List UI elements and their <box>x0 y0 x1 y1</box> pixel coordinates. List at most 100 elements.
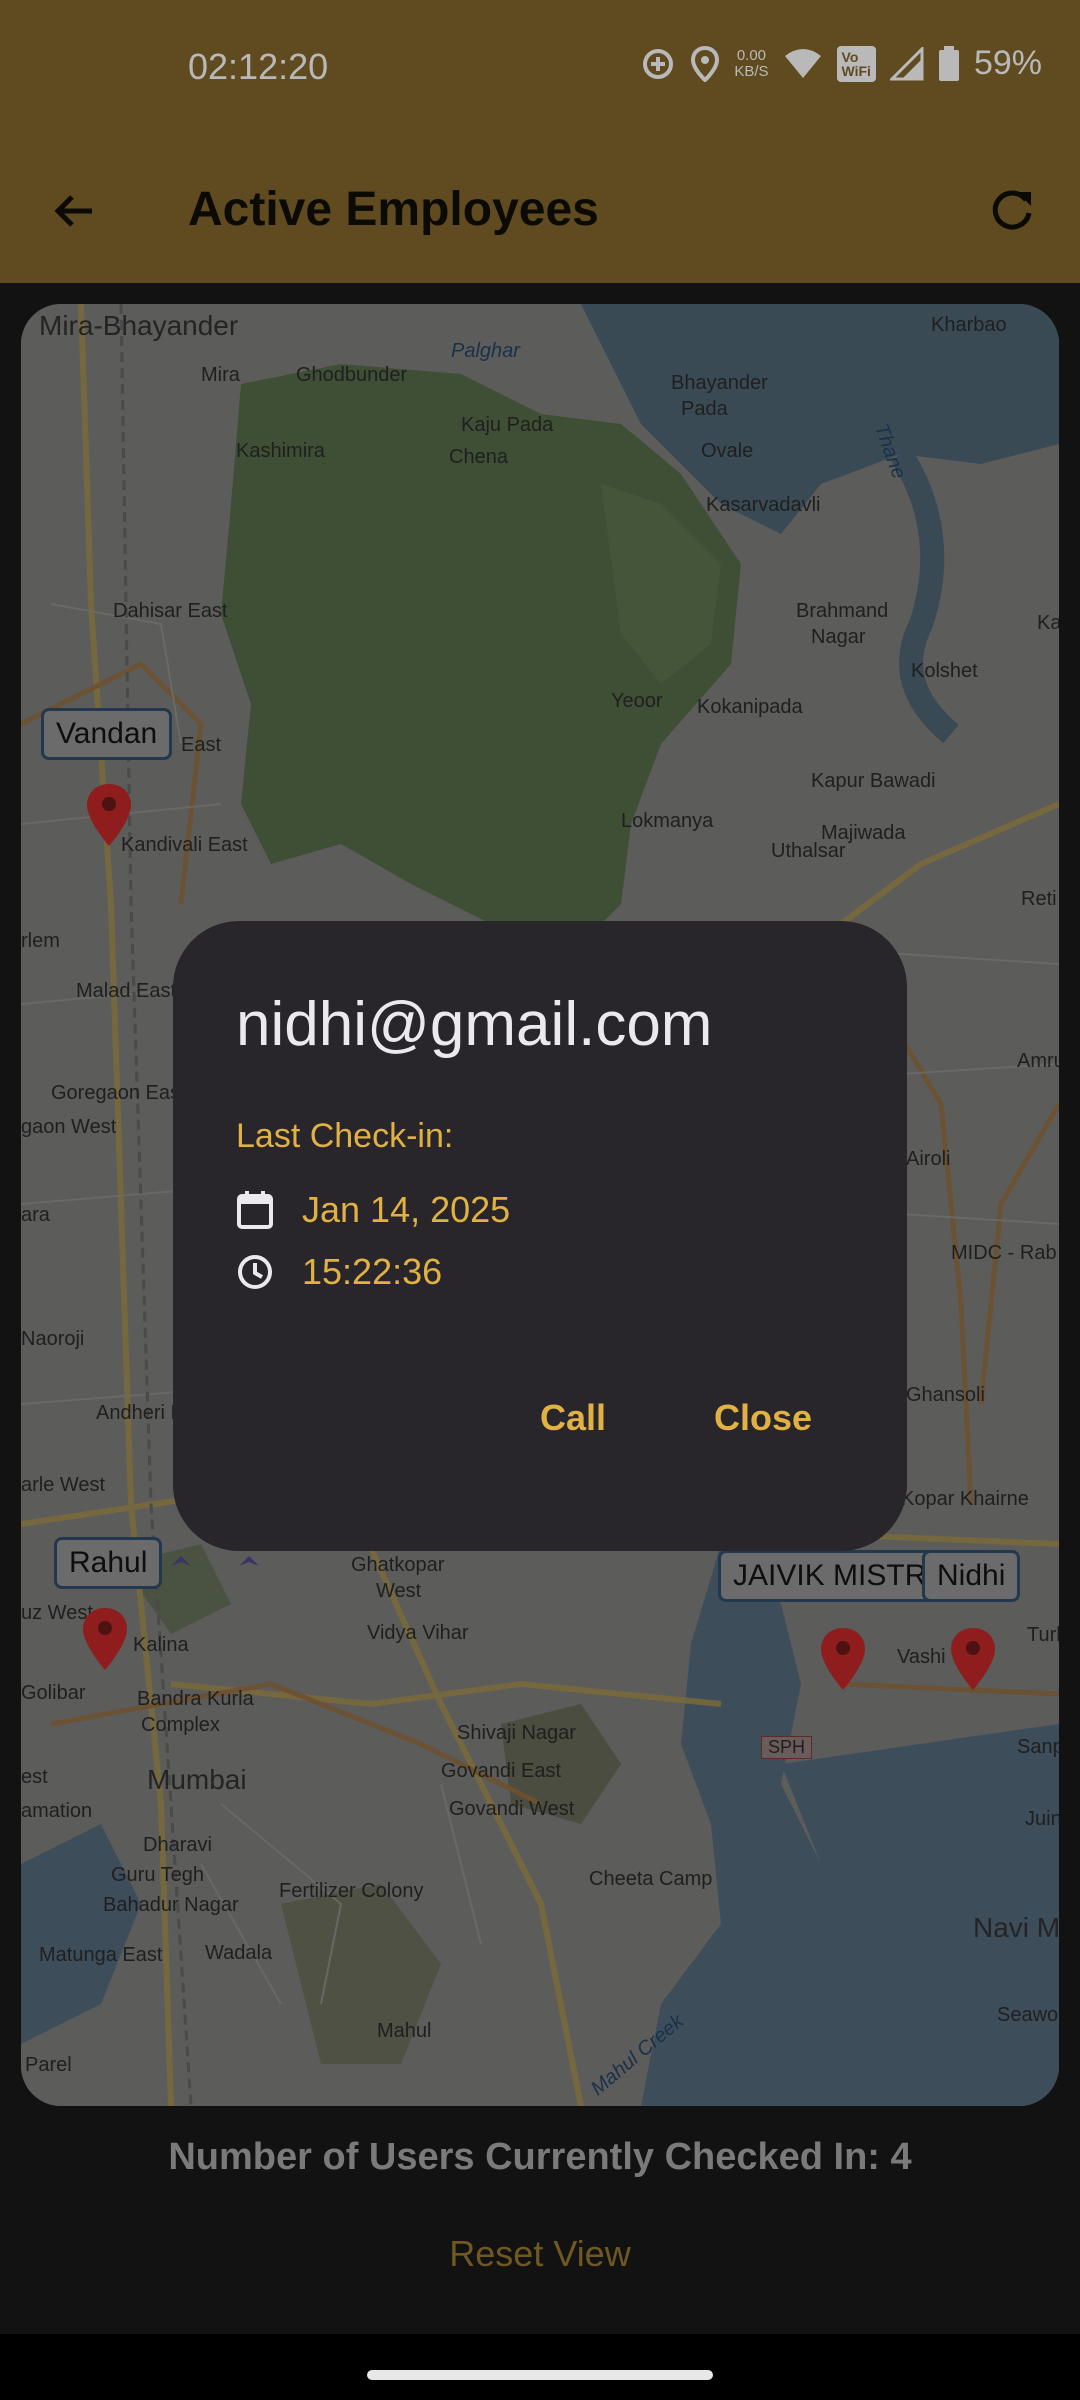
marker-label-rahul[interactable]: Rahul <box>54 1537 163 1589</box>
checkin-date-row: Jan 14, 2025 <box>236 1189 510 1231</box>
vowifi-line1: Vo <box>841 48 859 65</box>
place-label: East <box>181 734 222 756</box>
place-label: Shivaji Nagar <box>457 1722 576 1744</box>
place-label: Ovale <box>701 440 754 462</box>
place-label: Malad East <box>76 980 177 1002</box>
status-time: 02:12:20 <box>188 46 329 87</box>
arrow-back-icon <box>54 195 92 227</box>
place-label: Complex <box>141 1714 220 1736</box>
place-label: Naoroji <box>21 1328 85 1350</box>
home-gesture-handle[interactable] <box>367 2370 713 2380</box>
place-label: Seawoo <box>997 2004 1059 2026</box>
signal-icon <box>889 46 924 81</box>
place-label: Mira <box>201 364 240 386</box>
system-nav-bar <box>0 2334 1080 2400</box>
place-label: Dharavi <box>143 1834 212 1856</box>
place-label: Turbhe <box>1027 1624 1059 1646</box>
place-label: Kokanipada <box>697 696 803 718</box>
place-label: Kashimira <box>236 440 325 462</box>
place-label: Vashi <box>897 1646 946 1668</box>
place-label: Vidya Vihar <box>367 1622 469 1644</box>
checked-in-count: Number of Users Currently Checked In: 4 <box>168 2136 912 2178</box>
place-label: Chena <box>449 446 508 468</box>
close-button[interactable]: Close <box>708 1389 818 1447</box>
place-label: Guru Tegh <box>111 1864 205 1886</box>
place-label: Bahadur Nagar <box>103 1894 239 1916</box>
refresh-button[interactable] <box>976 175 1048 247</box>
place-label: Govandi East <box>441 1760 562 1782</box>
data-saver-icon <box>640 46 676 82</box>
place-label: Kalhe <box>1037 612 1059 634</box>
place-label: Navi M <box>973 1912 1059 1943</box>
place-label: Kapur Bawadi <box>811 770 936 792</box>
place-label: Mahul <box>377 2020 432 2042</box>
place-label: Kasarvadavli <box>706 494 821 516</box>
place-label: est <box>21 1766 48 1788</box>
place-label: Bandra Kurla <box>137 1688 254 1710</box>
place-label: Golibar <box>21 1682 86 1704</box>
place-label: Brahmand <box>796 600 889 622</box>
net-speed-unit: KB/S <box>734 62 769 80</box>
place-label: Pada <box>681 398 728 420</box>
status-icons: 0.00 KB/S Vo WiFi 59% <box>640 44 1042 83</box>
place-label: Fertilizer Colony <box>279 1880 424 1902</box>
place-label: Kharbao <box>931 314 1007 336</box>
checkin-date: Jan 14, 2025 <box>302 1189 511 1230</box>
marker-label-vandan[interactable]: Vandan <box>41 708 173 760</box>
place-label: Kalina <box>133 1634 189 1656</box>
place-label: rlem <box>21 930 60 952</box>
place-label: West <box>376 1580 422 1602</box>
location-icon <box>690 45 720 82</box>
place-label: Cheeta Camp <box>589 1868 713 1890</box>
place-label: Govandi West <box>449 1798 575 1820</box>
battery-icon <box>938 45 960 82</box>
map-pin-icon[interactable] <box>84 782 134 848</box>
place-label: gaon West <box>21 1116 117 1138</box>
place-label: Kaju Pada <box>461 414 554 436</box>
place-label: Ghatkopar <box>351 1554 445 1576</box>
net-speed: 0.00 KB/S <box>734 46 769 80</box>
place-label: Wadala <box>205 1942 273 1964</box>
place-label: Yeoor <box>611 690 663 712</box>
wifi-icon <box>783 48 823 80</box>
calendar-icon <box>237 1191 273 1229</box>
place-label: Juinag <box>1025 1808 1059 1830</box>
place-label: Mira-Bhayander <box>39 310 239 341</box>
last-checkin-label: Last Check-in: <box>236 1117 454 1155</box>
map-pin-icon[interactable] <box>948 1626 998 1692</box>
dialog-email: nidhi@gmail.com <box>236 990 713 1059</box>
app-bar: Active Employees <box>0 140 1080 283</box>
place-label: Nagar <box>811 626 866 648</box>
place-label: MIDC - Rab <box>951 1242 1057 1264</box>
place-label: arle West <box>21 1474 106 1496</box>
place-label: Kopar Khairne <box>901 1488 1029 1510</box>
refresh-icon <box>992 190 1032 230</box>
place-label: Mumbai <box>147 1764 247 1795</box>
marker-label-nidhi[interactable]: Nidhi <box>922 1550 1021 1602</box>
back-button[interactable] <box>38 175 110 247</box>
checkin-time-row: 15:22:36 <box>236 1251 442 1293</box>
screen: 02:12:20 0.00 KB/S Vo WiFi 59% Active Em… <box>0 0 1080 2400</box>
status-bar: 02:12:20 0.00 KB/S Vo WiFi 59% <box>0 0 1080 140</box>
place-label: Dahisar East <box>113 600 228 622</box>
net-speed-value: 0.00 <box>736 46 767 64</box>
place-label: Parel <box>25 2054 72 2076</box>
map-pin-icon[interactable] <box>818 1626 868 1692</box>
page-title: Active Employees <box>188 183 599 236</box>
place-label: Ghansoli <box>906 1384 985 1406</box>
place-label: Airoli <box>906 1148 951 1170</box>
place-label: Amru <box>1017 1050 1059 1072</box>
marker-label-jaivik[interactable]: JAIVIK MISTRY <box>718 1550 938 1602</box>
place-label: Uthalsar <box>771 840 846 862</box>
call-button[interactable]: Call <box>534 1389 612 1447</box>
place-label: ara <box>21 1204 50 1226</box>
place-label: Ghodbunder <box>296 364 408 386</box>
checkin-time: 15:22:36 <box>302 1251 443 1292</box>
place-label: Matunga East <box>39 1944 163 1966</box>
place-label: Reti B <box>1021 888 1059 910</box>
map-pin-icon[interactable] <box>80 1606 130 1672</box>
reset-view-button[interactable]: Reset View <box>390 2222 690 2286</box>
place-label: Kolshet <box>911 660 978 682</box>
employee-dialog: nidhi@gmail.com Last Check-in: Jan 14, 2… <box>173 921 907 1551</box>
place-label: amation <box>21 1800 93 1822</box>
